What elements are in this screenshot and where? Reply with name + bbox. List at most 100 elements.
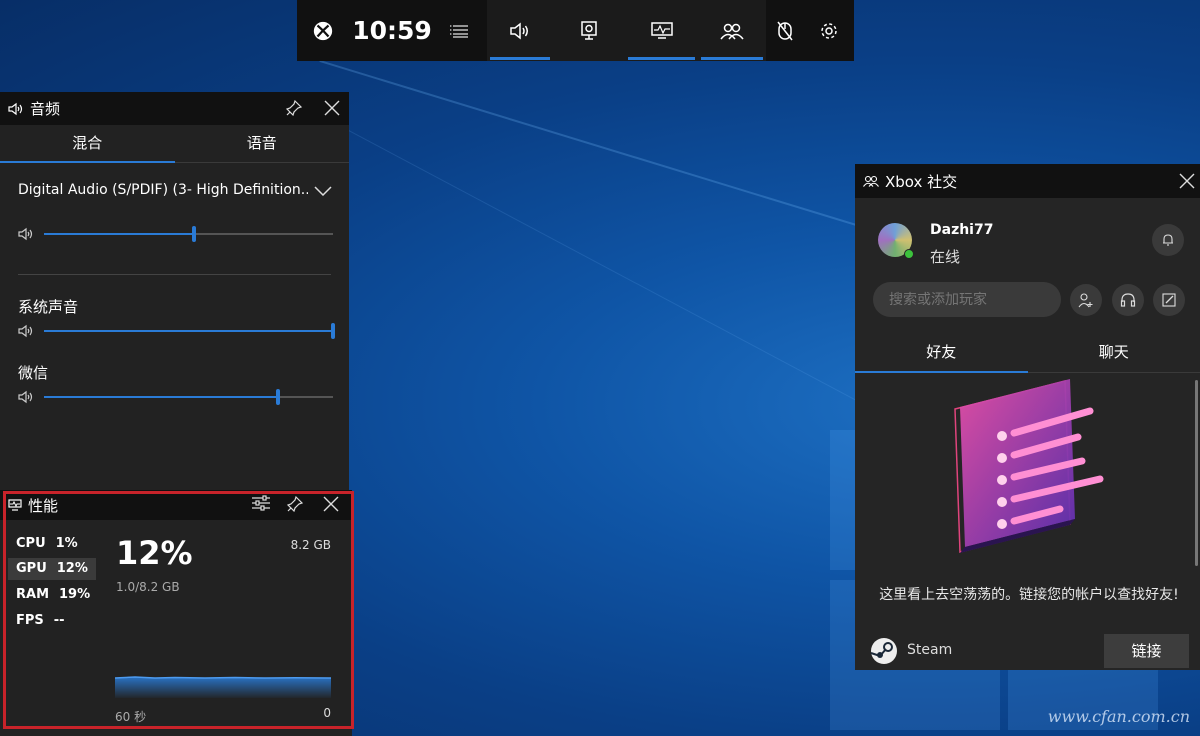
- user-status: 在线: [930, 248, 961, 266]
- chevron-down-icon[interactable]: [314, 186, 332, 196]
- close-icon: [324, 100, 340, 116]
- social-widget-header[interactable]: Xbox 社交: [855, 164, 1200, 198]
- social-widget-title: Xbox 社交: [885, 172, 958, 191]
- performance-widget-header[interactable]: 性能: [0, 490, 352, 520]
- gpu-usage-value: 12%: [116, 534, 193, 572]
- steam-account-label: Steam: [907, 642, 953, 658]
- scrollbar[interactable]: [1195, 380, 1198, 566]
- tab-friends[interactable]: 好友: [855, 332, 1028, 373]
- mouse-lock-button[interactable]: [766, 0, 804, 61]
- close-button[interactable]: [1179, 173, 1195, 189]
- tab-chat[interactable]: 聊天: [1028, 332, 1200, 372]
- metric-name: CPU: [16, 536, 46, 551]
- social-tabs: 好友 聊天: [855, 332, 1200, 373]
- slider-thumb[interactable]: [276, 389, 281, 405]
- compose-icon: [1162, 293, 1176, 307]
- metric-name: RAM: [16, 587, 50, 602]
- performance-icon: [8, 499, 22, 511]
- mouse-lock-icon: [777, 21, 793, 40]
- audio-icon: [510, 21, 528, 40]
- audio-tabs: 混合 语音: [0, 125, 349, 163]
- audio-widget-header[interactable]: 音频: [0, 92, 349, 125]
- sliders-icon: [252, 495, 270, 511]
- widget-menu-button[interactable]: [435, 0, 483, 61]
- compose-message-button[interactable]: [1153, 284, 1185, 316]
- pin-button[interactable]: [286, 100, 302, 116]
- metric-value: 1%: [55, 536, 78, 551]
- add-person-icon: [1078, 293, 1093, 308]
- bell-icon: [1163, 234, 1173, 246]
- steam-icon: [870, 638, 897, 664]
- app-label-system-sounds: 系统声音: [18, 298, 79, 316]
- tab-mix[interactable]: 混合: [0, 125, 175, 163]
- add-friend-button[interactable]: [1070, 284, 1102, 316]
- capture-widget-button[interactable]: [553, 0, 625, 61]
- system-sounds-volume-slider[interactable]: [18, 323, 335, 339]
- usage-graph: [115, 676, 331, 698]
- close-icon: [1179, 173, 1195, 189]
- metric-ram[interactable]: RAM 19%: [8, 584, 96, 606]
- metric-value: 12%: [56, 561, 88, 576]
- metric-value: 19%: [59, 587, 91, 602]
- pin-icon: [286, 100, 302, 116]
- metric-name: FPS: [16, 613, 44, 628]
- capture-icon: [581, 20, 597, 40]
- speaker-icon: [18, 390, 33, 404]
- output-device-select[interactable]: Digital Audio (S/PDIF) (3- High Definiti…: [18, 182, 308, 198]
- social-icon: [863, 175, 879, 187]
- audio-widget-title: 音频: [30, 100, 61, 118]
- empty-friends-message: 这里看上去空荡荡的。链接您的帐户以查找好友!: [879, 587, 1179, 603]
- metric-cpu[interactable]: CPU 1%: [8, 533, 96, 555]
- xbox-social-widget: Xbox 社交 Dazhi77 在线 好友 聊天 这里看上去空荡荡的。链接您的帐…: [855, 164, 1200, 670]
- slider-fill: [44, 233, 195, 235]
- pin-icon: [287, 496, 303, 512]
- game-bar: 10:59: [297, 0, 854, 61]
- slider-fill: [44, 396, 279, 398]
- xbox-logo-icon: [313, 21, 333, 40]
- speaker-icon: [18, 324, 33, 338]
- link-account-button[interactable]: 链接: [1104, 634, 1189, 668]
- chart-min-label: 0: [323, 706, 331, 720]
- speaker-icon: [18, 227, 33, 241]
- chart-time-label: 60 秒: [115, 710, 147, 724]
- chart-max-label: 8.2 GB: [290, 538, 331, 552]
- pin-button[interactable]: [287, 496, 303, 512]
- metric-fps[interactable]: FPS --: [8, 610, 96, 632]
- social-icon: [720, 23, 744, 39]
- watermark: www.cfan.com.cn: [1047, 707, 1190, 726]
- metric-gpu[interactable]: GPU 12%: [8, 558, 96, 580]
- online-status-dot: [904, 249, 914, 259]
- close-button[interactable]: [323, 496, 339, 512]
- metric-value: --: [53, 613, 65, 628]
- settings-icon: [821, 22, 837, 39]
- clock: 10:59: [352, 16, 432, 45]
- menu-icon: [450, 24, 468, 38]
- tab-voice[interactable]: 语音: [175, 125, 350, 162]
- username: Dazhi77: [930, 222, 994, 238]
- gpu-memory-value: 1.0/8.2 GB: [116, 580, 180, 594]
- xbox-button[interactable]: [297, 0, 349, 61]
- performance-widget-button[interactable]: [625, 0, 698, 61]
- party-chat-button[interactable]: [1112, 284, 1144, 316]
- speaker-icon: [8, 102, 23, 115]
- slider-thumb[interactable]: [192, 226, 197, 242]
- app-label-wechat: 微信: [18, 364, 49, 382]
- audio-widget-button[interactable]: [487, 0, 553, 61]
- metric-name: GPU: [16, 561, 47, 576]
- notifications-button[interactable]: [1152, 224, 1184, 256]
- headset-icon: [1120, 293, 1136, 307]
- slider-fill: [44, 330, 333, 332]
- options-button[interactable]: [252, 495, 270, 511]
- social-widget-button[interactable]: [698, 0, 766, 61]
- performance-widget-title: 性能: [28, 496, 59, 515]
- master-volume-slider[interactable]: [18, 226, 333, 242]
- wechat-volume-slider[interactable]: [18, 389, 333, 405]
- slider-thumb[interactable]: [331, 323, 335, 339]
- close-icon: [323, 496, 339, 512]
- performance-icon: [650, 21, 673, 39]
- game-bar-home: 10:59: [297, 0, 487, 61]
- settings-button[interactable]: [804, 0, 854, 61]
- close-button[interactable]: [324, 100, 340, 116]
- player-search-input[interactable]: [873, 282, 1061, 317]
- empty-list-illustration: [954, 379, 1104, 553]
